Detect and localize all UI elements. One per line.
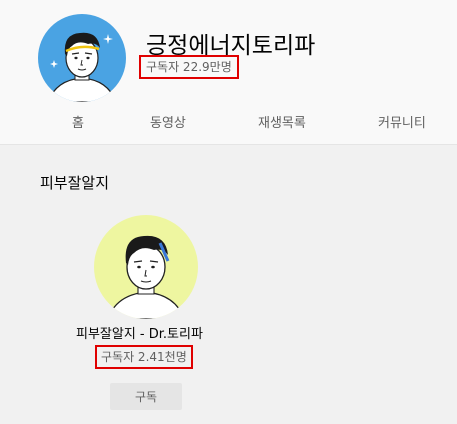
section-title: 피부잘알지 [40,174,110,192]
channel-avatar[interactable] [38,14,126,102]
subscriber-count: 구독자 22.9만명 [139,55,239,79]
featured-channel-name[interactable]: 피부잘알지 - Dr.토리파 [76,323,203,342]
tab-videos[interactable]: 동영상 [150,112,186,131]
cartoon-face-icon [47,32,117,102]
featured-channel-avatar[interactable] [94,215,198,319]
featured-subscriber-count: 구독자 2.41천명 [95,345,193,369]
tab-home[interactable]: 홈 [72,112,84,131]
tab-community[interactable]: 커뮤니티 [378,112,426,131]
subscribe-button[interactable]: 구독 [110,383,182,410]
tab-playlists[interactable]: 재생목록 [258,112,306,131]
channel-header: 긍정에너지토리파 구독자 22.9만명 홈 동영상 재생목록 커뮤니티 [0,0,457,145]
cartoon-face-icon [107,235,185,319]
